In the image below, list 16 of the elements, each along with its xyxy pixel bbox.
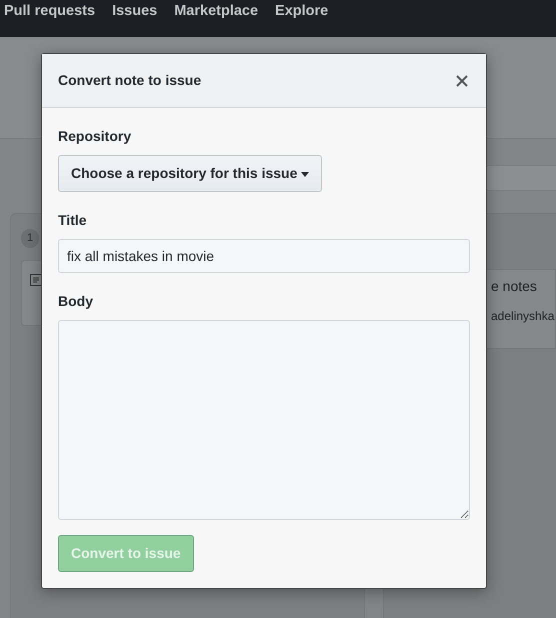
count-badge: 1 [21, 229, 40, 248]
modal-title: Convert note to issue [58, 72, 202, 89]
caret-icon [301, 172, 310, 177]
card-author: adelinyshka [491, 308, 555, 325]
nav-link[interactable]: Explore [275, 0, 328, 22]
field-label: Title [58, 211, 88, 230]
note-icon [30, 274, 42, 286]
nav-link[interactable]: Issues [112, 0, 158, 22]
card-text: e notes [491, 277, 538, 296]
nav-link[interactable]: Pull requests [4, 0, 96, 22]
nav-link[interactable]: Marketplace [174, 0, 258, 22]
close-button[interactable] [454, 72, 470, 88]
title-input[interactable]: fix all mistakes in movie [58, 239, 470, 273]
field-label: Repository [58, 127, 132, 146]
field-label: Body [58, 292, 94, 311]
repository-dropdown[interactable]: Choose a repository for this issue [58, 155, 322, 192]
